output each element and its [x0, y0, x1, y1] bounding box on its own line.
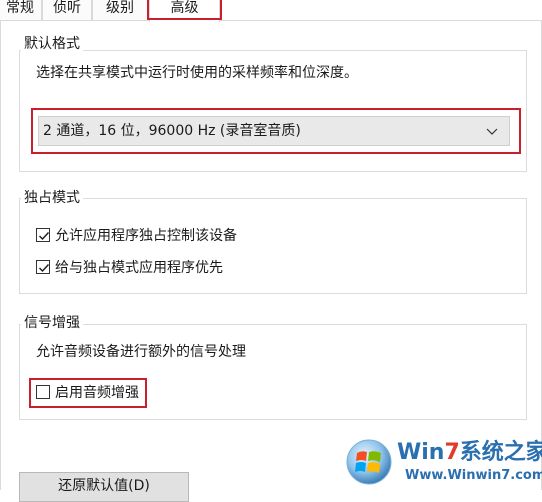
- sample-rate-dropdown[interactable]: 2 通道，16 位，96000 Hz (录音室音质): [38, 116, 510, 146]
- sample-rate-value: 2 通道，16 位，96000 Hz (录音室音质): [43, 123, 301, 139]
- audio-enhancement-label: 启用音频增强: [55, 385, 139, 401]
- tab-levels-label: 级别: [106, 0, 134, 16]
- audio-enhancement-checkbox[interactable]: [36, 385, 50, 399]
- exclusive-mode-group: [19, 198, 527, 294]
- watermark-logo: Win7系统之家 Www.Winwin7.com: [343, 438, 542, 490]
- default-format-description: 选择在共享模式中运行时使用的采样频率和位深度。: [36, 65, 358, 81]
- exclusive-priority-label: 给与独占模式应用程序优先: [55, 260, 223, 276]
- watermark-title-rest: 系统之家: [459, 440, 542, 465]
- checkmark-icon: [39, 264, 50, 273]
- tab-listen[interactable]: 侦听: [42, 0, 92, 20]
- watermark-title-win: Win: [397, 440, 445, 465]
- default-format-title: 默认格式: [21, 35, 83, 53]
- windows-orb-icon: [345, 438, 393, 486]
- signal-enhancement-title: 信号增强: [21, 314, 83, 332]
- tab-listen-label: 侦听: [53, 0, 81, 16]
- watermark-title-seven: 7: [444, 440, 460, 465]
- signal-enhancement-description: 允许音频设备进行额外的信号处理: [36, 344, 246, 360]
- exclusive-control-label: 允许应用程序独占控制该设备: [55, 228, 237, 244]
- tab-general[interactable]: 常规: [0, 0, 42, 20]
- tab-bar: 常规 侦听 级别 高级: [0, 0, 542, 22]
- exclusive-mode-title: 独占模式: [21, 189, 83, 207]
- tab-advanced-label: 高级: [170, 0, 199, 16]
- restore-defaults-button[interactable]: 还原默认值(D): [19, 472, 189, 502]
- tab-advanced[interactable]: 高级: [149, 0, 220, 22]
- exclusive-priority-checkbox[interactable]: [36, 260, 50, 274]
- tab-general-label: 常规: [6, 0, 34, 16]
- checkmark-icon: [39, 232, 50, 241]
- exclusive-control-checkbox[interactable]: [36, 228, 50, 242]
- watermark-url: Www.Winwin7.com: [405, 468, 542, 483]
- watermark-title: Win7系统之家: [397, 440, 542, 466]
- tab-levels[interactable]: 级别: [92, 0, 148, 20]
- chevron-down-icon: [485, 123, 499, 137]
- signal-enhancement-group: [19, 324, 527, 420]
